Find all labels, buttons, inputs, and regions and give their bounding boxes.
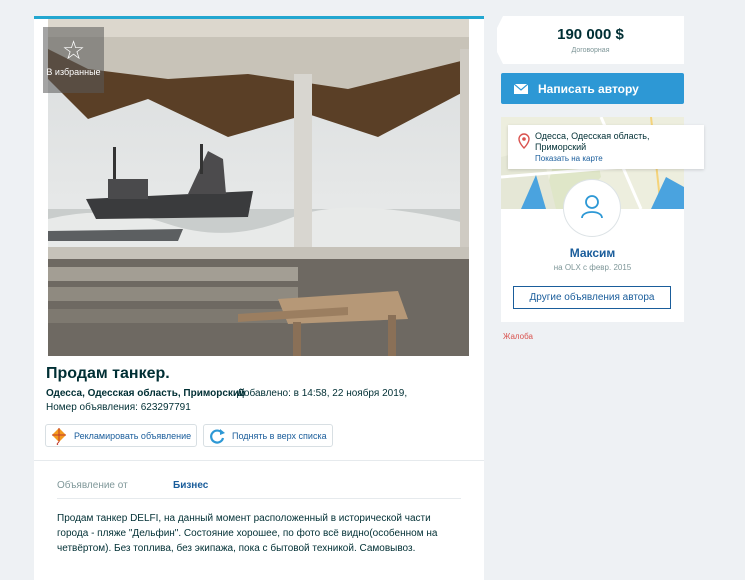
listing-title: Продам танкер.	[46, 365, 170, 382]
raise-ad-label: Поднять в верх списка	[232, 430, 327, 441]
user-icon	[581, 195, 603, 219]
promote-ad-button[interactable]: Рекламировать объявление	[45, 424, 197, 447]
section-divider	[34, 460, 484, 461]
seller-location-line1: Одесса, Одесская область,	[535, 131, 650, 141]
details-divider	[57, 498, 461, 499]
favorite-label: В избранные	[46, 67, 101, 77]
raise-ad-button[interactable]: Поднять в верх списка	[203, 424, 333, 447]
favorite-button[interactable]: ☆ В избранные	[43, 27, 104, 93]
ad-from-label: Объявление от	[57, 480, 128, 491]
kite-icon	[52, 427, 66, 445]
seller-name[interactable]: Максим	[501, 246, 684, 260]
listing-added-date: Добавлено: в 14:58, 22 ноября 2019,	[237, 388, 408, 399]
star-icon: ☆	[61, 35, 86, 65]
seller-location-line2: Приморский	[535, 142, 587, 152]
listing-location: Одесса, Одесская область, Приморский	[46, 388, 246, 399]
map-pin-icon	[518, 133, 530, 149]
price-negotiable: Договорная	[571, 47, 610, 54]
price: 190 000 $	[557, 26, 624, 43]
listing-description: Продам танкер DELFI, на данный момент ра…	[57, 513, 438, 554]
message-author-label: Написать автору	[538, 81, 639, 96]
ad-from-value[interactable]: Бизнес	[173, 480, 208, 491]
seller-since: на OLX с февр. 2015	[553, 263, 632, 272]
listing-photo[interactable]	[48, 19, 469, 356]
refresh-icon	[210, 428, 225, 444]
envelope-icon	[514, 83, 528, 94]
message-author-button[interactable]: Написать автору	[501, 73, 684, 104]
listing-ad-number: Номер объявления: 623297791	[46, 402, 191, 413]
avatar[interactable]	[564, 180, 620, 236]
promote-ad-label: Рекламировать объявление	[74, 430, 192, 441]
show-on-map-link[interactable]: Показать на карте	[535, 154, 603, 163]
complaint-link[interactable]: Жалоба	[503, 332, 533, 341]
other-ads-button[interactable]: Другие объявления автора	[513, 286, 671, 309]
